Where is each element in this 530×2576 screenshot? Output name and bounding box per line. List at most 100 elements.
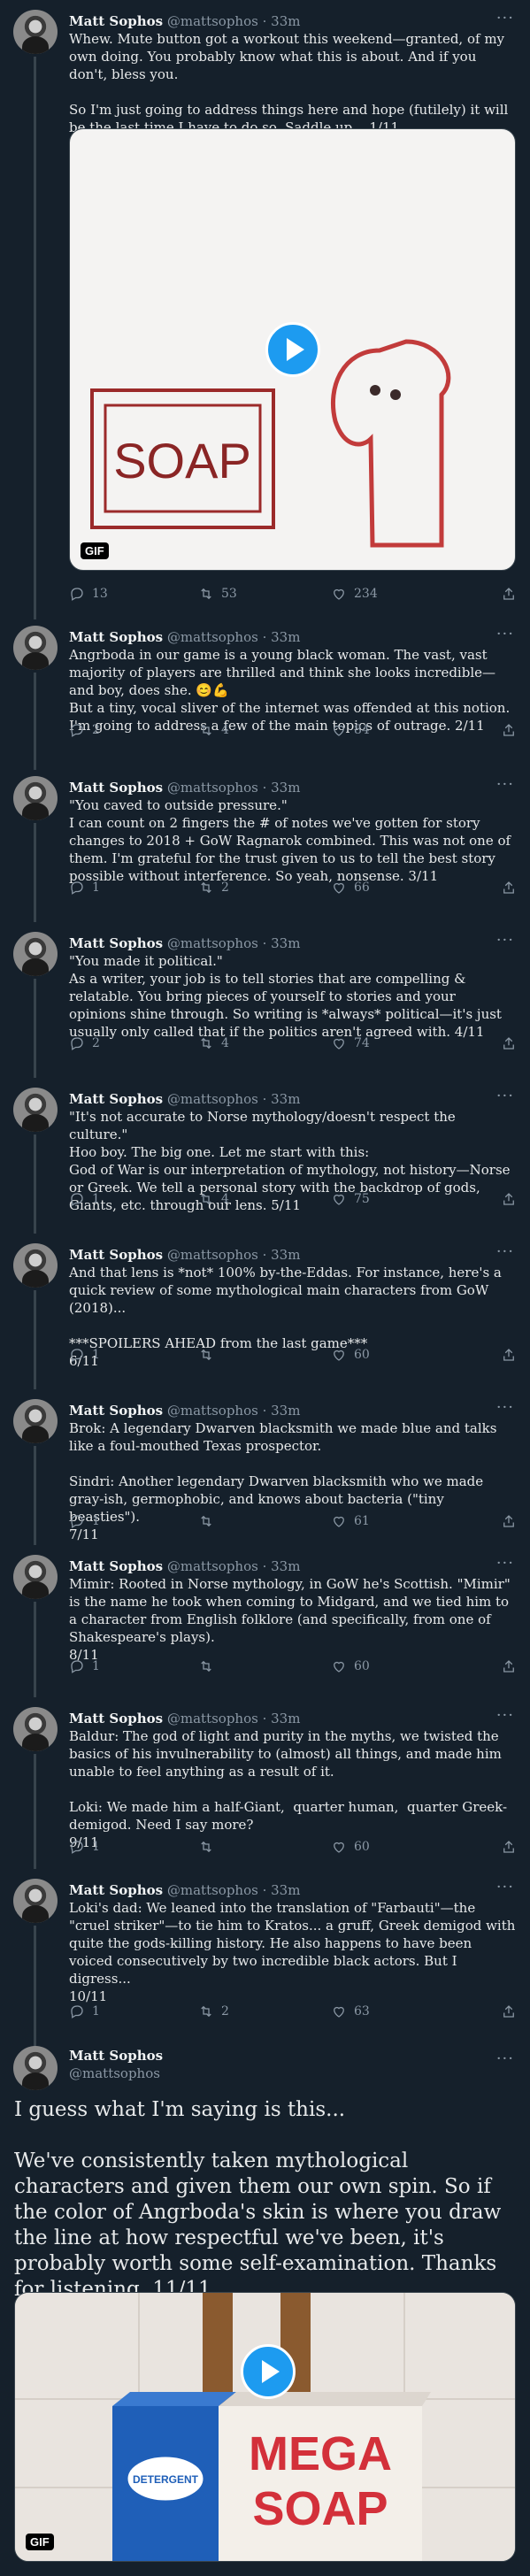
like-button[interactable]: 60 [331, 1658, 370, 1674]
author-name[interactable]: Matt Sophos [69, 935, 163, 951]
timestamp[interactable]: 33m [271, 629, 300, 645]
retweet-button[interactable]: 4 [198, 722, 229, 738]
avatar[interactable] [13, 10, 58, 54]
author-name[interactable]: Matt Sophos [69, 1091, 163, 1107]
retweet-button[interactable]: 2 [198, 880, 229, 896]
timestamp[interactable]: 33m [271, 1882, 300, 1898]
author-handle[interactable]: @mattsophos [167, 1403, 258, 1419]
more-options-icon[interactable]: ··· [496, 1706, 514, 1725]
avatar[interactable] [13, 1555, 58, 1599]
retweet-button[interactable]: 4 [198, 1191, 229, 1207]
reply-button[interactable]: 13 [69, 586, 108, 602]
reply-button[interactable]: 1 [69, 880, 100, 896]
more-options-icon[interactable]: ··· [496, 775, 514, 794]
share-button[interactable] [501, 2003, 517, 2019]
author-handle[interactable]: @mattsophos [167, 1247, 258, 1263]
retweet-button[interactable]: 53 [198, 586, 237, 602]
timestamp[interactable]: 33m [271, 780, 300, 796]
avatar[interactable] [13, 626, 58, 670]
retweet-button[interactable]: 4 [198, 1035, 229, 1051]
share-button[interactable] [501, 722, 517, 738]
author-name[interactable]: Matt Sophos [69, 1558, 163, 1574]
more-options-icon[interactable]: ··· [496, 625, 514, 643]
retweet-button[interactable] [198, 1347, 221, 1363]
share-icon [503, 1841, 514, 1853]
author-handle[interactable]: @mattsophos [167, 780, 258, 796]
like-button[interactable]: 74 [331, 1035, 370, 1051]
more-options-icon[interactable]: ··· [496, 1554, 514, 1573]
play-button[interactable] [265, 322, 320, 377]
share-button[interactable] [501, 1658, 517, 1674]
author-name[interactable]: Matt Sophos [69, 1403, 163, 1419]
author-name[interactable]: Matt Sophos [69, 13, 163, 29]
avatar[interactable] [13, 932, 58, 976]
like-button[interactable]: 75 [331, 1191, 370, 1207]
retweet-button[interactable] [198, 1513, 221, 1529]
share-button[interactable] [501, 1513, 517, 1529]
avatar[interactable] [13, 1243, 58, 1288]
reply-button[interactable]: 1 [69, 1658, 100, 1674]
retweet-button[interactable]: 2 [198, 2003, 229, 2019]
avatar[interactable] [13, 1707, 58, 1751]
avatar[interactable] [13, 776, 58, 820]
timestamp[interactable]: 33m [271, 1558, 300, 1574]
more-options-icon[interactable]: ··· [496, 1878, 514, 1896]
reply-button[interactable]: 1 [69, 1191, 100, 1207]
author-handle[interactable]: @mattsophos [69, 2065, 163, 2082]
author-handle[interactable]: @mattsophos [167, 1091, 258, 1107]
more-options-icon[interactable]: ··· [496, 1087, 514, 1105]
more-options-icon[interactable]: ··· [496, 9, 514, 27]
like-button[interactable]: 234 [331, 586, 378, 602]
author-name[interactable]: Matt Sophos [69, 629, 163, 645]
like-button[interactable]: 60 [331, 1347, 370, 1363]
gif-media-mega-soap[interactable]: DETERGENT MEGA SOAP GIF [14, 2292, 516, 2562]
retweet-button[interactable] [198, 1658, 221, 1674]
reply-button[interactable]: 2 [69, 1035, 100, 1051]
gif-media-soap[interactable]: SOAP GIF [69, 128, 516, 571]
author-handle[interactable]: @mattsophos [167, 1882, 258, 1898]
more-options-icon[interactable]: ··· [496, 2049, 514, 2068]
share-button[interactable] [501, 1347, 517, 1363]
share-button[interactable] [501, 586, 517, 602]
timestamp[interactable]: 33m [271, 1247, 300, 1263]
author-handle[interactable]: @mattsophos [167, 629, 258, 645]
timestamp[interactable]: 33m [271, 1403, 300, 1419]
tweet-actions: 1 2 63 [69, 2003, 516, 2021]
timestamp[interactable]: 33m [271, 13, 300, 29]
reply-button[interactable]: 1 [69, 2003, 100, 2019]
author-name[interactable]: Matt Sophos [69, 1711, 163, 1726]
retweet-button[interactable] [198, 1839, 221, 1855]
like-button[interactable]: 61 [331, 1513, 370, 1529]
like-button[interactable]: 63 [331, 2003, 370, 2019]
timestamp[interactable]: 33m [271, 1711, 300, 1726]
like-button[interactable]: 84 [331, 722, 370, 738]
play-button[interactable] [241, 2344, 296, 2399]
author-handle[interactable]: @mattsophos [167, 1558, 258, 1574]
share-button[interactable] [501, 1839, 517, 1855]
more-options-icon[interactable]: ··· [496, 1398, 514, 1417]
author-handle[interactable]: @mattsophos [167, 1711, 258, 1726]
reply-button[interactable]: 1 [69, 1513, 100, 1529]
like-button[interactable]: 60 [331, 1839, 370, 1855]
timestamp[interactable]: 33m [271, 935, 300, 951]
avatar[interactable] [13, 1879, 58, 1923]
share-button[interactable] [501, 880, 517, 896]
timestamp[interactable]: 33m [271, 1091, 300, 1107]
author-name[interactable]: Matt Sophos [69, 780, 163, 796]
reply-button[interactable]: 2 [69, 722, 100, 738]
share-button[interactable] [501, 1191, 517, 1207]
author-name[interactable]: Matt Sophos [69, 2047, 163, 2065]
author-name[interactable]: Matt Sophos [69, 1882, 163, 1898]
share-button[interactable] [501, 1035, 517, 1051]
author-name[interactable]: Matt Sophos [69, 1247, 163, 1263]
author-handle[interactable]: @mattsophos [167, 13, 258, 29]
like-button[interactable]: 66 [331, 880, 370, 896]
avatar[interactable] [13, 2046, 58, 2090]
more-options-icon[interactable]: ··· [496, 1242, 514, 1261]
reply-button[interactable]: 1 [69, 1347, 100, 1363]
reply-button[interactable]: 1 [69, 1839, 100, 1855]
more-options-icon[interactable]: ··· [496, 931, 514, 950]
avatar[interactable] [13, 1399, 58, 1443]
author-handle[interactable]: @mattsophos [167, 935, 258, 951]
avatar[interactable] [13, 1088, 58, 1132]
